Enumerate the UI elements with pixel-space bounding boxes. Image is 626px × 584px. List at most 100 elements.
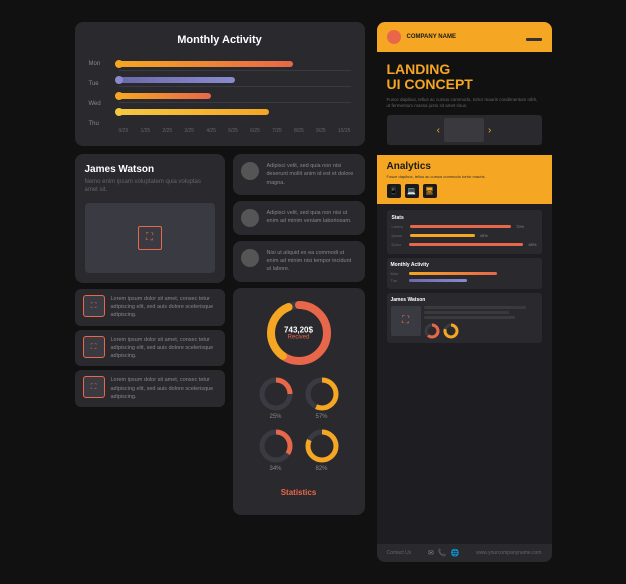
rp-profile-mini: James Watson ⛶ [387,293,542,343]
list-item-icon: ⛶ [83,295,105,317]
statistics-footer: Statistics [273,480,325,505]
rp-hero: LANDING UI CONCEPT Fusce dapibus, tellus… [377,52,552,155]
rp-activity-title: Monthly Activity [391,262,538,268]
rp-website: www.yourcompanyname.com [476,550,541,556]
small-donut-82: 82% [304,428,340,472]
rp-hero-text: Fusce dapibus, tellus ac cursus commodo,… [387,97,542,110]
avatar-2 [241,209,259,227]
rp-analytics-icon-3[interactable]: 🖥 [423,184,437,198]
rp-footer-icon-3[interactable]: 🌐 [451,549,460,557]
stat-text-block-1: Adipisci velit, sed quia non nisi deseru… [233,154,365,195]
chart-labels: Mon Tue Wed Thu [89,54,117,134]
small-donut-label-57: 57% [315,414,327,420]
profile-card: James Watson Nemo enim ipsam voluptatem … [75,154,225,283]
list-item: ⛶ Lorem ipsum dolor sit amet, consec tet… [75,330,225,367]
image-icon: ⛶ [138,226,162,250]
rp-text-line-2 [424,311,510,314]
donut-label: 743,20$ Recived [284,325,313,340]
chart-bars-area: 0/25 1/25 2/25 3/25 4/25 5/25 6/25 7/25 … [119,54,351,134]
rp-analytics-icon-2[interactable]: 💻 [405,184,419,198]
small-donut-34: 34% [258,428,294,472]
rp-mini-donuts [424,323,538,339]
small-donut-label-82: 82% [315,466,327,472]
small-donut-25: 25% [258,376,294,420]
rp-analytics-text: Fusce dapibus, tellus ac cursus commodo … [387,174,542,180]
rp-text-line-1 [424,306,527,309]
rp-profile-name-mini: James Watson [391,297,538,303]
rp-left-arrow[interactable]: ‹ [437,125,440,136]
rp-footer: Contact Us ✉ 📞 🌐 www.yourcompanyname.com [377,544,552,562]
rp-profile-img-mini: ⛶ [391,306,421,336]
rp-image-box [444,118,484,142]
rp-analytics-icon-1[interactable]: 📱 [387,184,401,198]
rp-hero-image: ‹ › [387,115,542,145]
profile-image-box: ⛶ [85,203,215,273]
stat-text-2: Adipisci velit, sed quia non nisi ut eni… [267,209,357,227]
list-item-text: Lorem ipsum dolor sit amet, consec tetur… [111,336,217,361]
list-items: ⛶ Lorem ipsum dolor sit amet, consec tet… [75,289,225,407]
stat-text-3: Nisi ut aliquid ex ea commodi ut enim ad… [267,249,357,274]
rp-right-arrow[interactable]: › [488,125,491,136]
rp-footer-icon-2[interactable]: 📞 [438,549,447,557]
app-container: Monthly Activity Mon Tue Wed Thu [0,0,626,584]
statistics-label: Statistics [281,488,317,497]
rp-profile-right [424,306,538,339]
rp-logo [387,30,401,44]
rp-company-name: COMPANY NAME [407,34,456,40]
chart-label-wed: Wed [89,101,117,107]
rp-text-line-3 [424,316,515,319]
x-labels: 0/25 1/25 2/25 3/25 4/25 5/25 6/25 7/25 … [119,128,351,134]
rp-landing-title: LANDING UI CONCEPT [387,62,542,93]
chart-label-thu: Thu [89,121,117,127]
stat-text-block-2: Adipisci velit, sed quia non nisi ut eni… [233,201,365,235]
rp-activity-bar-1: Mon [391,271,538,276]
rp-stat-bar-2: Ipsum 45% [392,233,537,238]
small-donut-57: 57% [304,376,340,420]
stat-text-block-3: Nisi ut aliquid ex ea commodi ut enim ad… [233,241,365,282]
list-item: ⛶ Lorem ipsum dolor sit amet, consec tet… [75,289,225,326]
rp-analytics-title: Analytics [387,161,542,172]
stat-text-1: Adipisci velit, sed quia non nisi deseru… [267,162,357,187]
stats-column: Adipisci velit, sed quia non nisi deseru… [233,154,365,562]
monthly-activity-card: Monthly Activity Mon Tue Wed Thu [75,22,365,146]
profile-name: James Watson [85,164,215,175]
rp-stats-mini: Stats Lorem 70% Ipsum 45% Dolor [387,210,542,254]
small-donuts-row-2: 34% 82% [258,428,340,472]
rp-analytics-section: Analytics Fusce dapibus, tellus ac cursu… [377,155,552,204]
chart-label-mon: Mon [89,61,117,67]
donut-sub: Recived [284,334,313,340]
chart-area: Mon Tue Wed Thu [89,54,351,134]
small-donuts-row-1: 25% 57% [258,376,340,420]
rp-analytics-icons: 📱 💻 🖥 [387,184,542,198]
list-item-icon: ⛶ [83,336,105,358]
rp-bar-1 [410,225,512,228]
rp-dark-section: Stats Lorem 70% Ipsum 45% Dolor [377,204,552,544]
right-panel: COMPANY NAME LANDING UI CONCEPT Fusce da… [377,22,552,562]
main-donut-chart: 743,20$ Recived [264,298,334,368]
monthly-activity-title: Monthly Activity [89,34,351,46]
small-donut-label-34: 34% [269,466,281,472]
rp-mini-donut-2 [443,323,459,339]
rp-footer-icon-1[interactable]: ✉ [428,549,434,557]
bottom-row: James Watson Nemo enim ipsam voluptatem … [75,154,365,562]
rp-mini-donut-1 [424,323,440,339]
rp-stats-title: Stats [392,215,537,221]
list-item: ⛶ Lorem ipsum dolor sit amet, consec tet… [75,370,225,407]
rp-activity-mini: Monthly Activity Mon Tue [387,258,542,289]
rp-stat-bar-3: Dolor 85% [392,242,537,247]
avatar-1 [241,162,259,180]
chart-label-tue: Tue [89,81,117,87]
rp-header: COMPANY NAME [377,22,552,52]
left-panel: Monthly Activity Mon Tue Wed Thu [75,22,365,562]
rp-activity-bar-2: Tue [391,278,538,283]
profile-subtitle: Nemo enim ipsam voluptatem quia voluptas… [85,178,215,195]
donut-amount: 743,20$ [284,325,313,334]
rp-contact-label: Contact Us [387,550,412,556]
avatar-3 [241,249,259,267]
list-item-text: Lorem ipsum dolor sit amet, consec tetur… [111,376,217,401]
donut-area: 743,20$ Recived 25% [233,288,365,515]
list-item-text: Lorem ipsum dolor sit amet, consec tetur… [111,295,217,320]
rp-bar-3 [409,243,524,246]
rp-footer-icons: ✉ 📞 🌐 [428,549,459,557]
rp-bar-2 [410,234,475,237]
